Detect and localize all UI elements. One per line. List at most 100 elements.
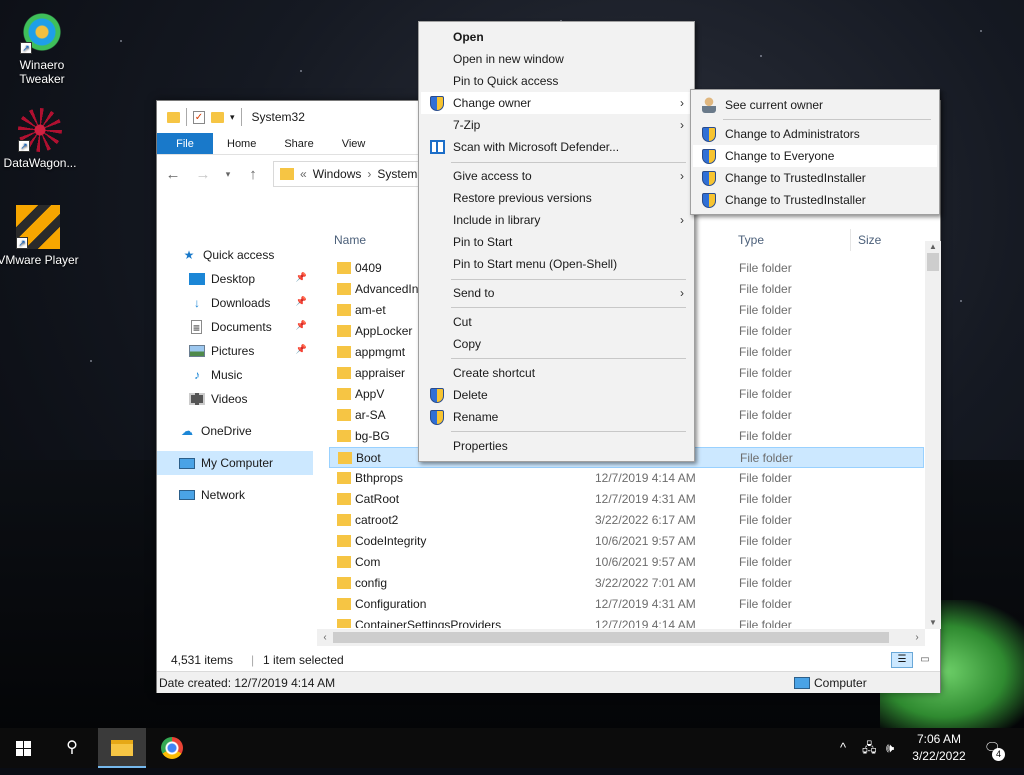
menu-item-pin-to-quick-access[interactable]: Pin to Quick access (421, 70, 692, 92)
sidebar-item-desktop[interactable]: Desktop 📌 (189, 267, 313, 291)
breadcrumb-windows[interactable]: Windows (313, 167, 362, 181)
taskbar-chrome[interactable] (148, 728, 196, 768)
desktop-icon-winaero-tweaker[interactable]: ↗ Winaero Tweaker (0, 10, 84, 86)
menu-item-restore-previous-versions[interactable]: Restore previous versions (421, 187, 692, 209)
volume-icon[interactable]: 🕪 (886, 728, 894, 768)
table-row[interactable]: Configuration 12/7/2019 4:31 AM File folde… (329, 594, 924, 615)
properties-check-icon[interactable]: ✓ (193, 110, 205, 124)
up-arrow-icon[interactable]: ↑ (243, 166, 263, 183)
scrollbar-thumb[interactable] (927, 253, 939, 271)
column-header-type[interactable]: Type (738, 233, 764, 247)
scroll-left-icon[interactable]: ‹ (317, 629, 333, 646)
new-folder-icon[interactable] (211, 111, 224, 123)
menu-separator (451, 307, 686, 308)
download-arrow-icon: ↓ (194, 296, 200, 310)
sidebar-item-label: Videos (211, 392, 248, 406)
sidebar-item-onedrive[interactable]: ☁ OneDrive (179, 419, 313, 443)
document-icon: ≡ (191, 320, 202, 335)
menu-item-pin-to-start[interactable]: Pin to Start (421, 231, 692, 253)
clock[interactable]: 7:06 AM 3/22/2022 (908, 731, 970, 765)
notification-count-badge: 4 (992, 748, 1005, 761)
sidebar-item-documents[interactable]: ≡ Documents 📌 (189, 315, 313, 339)
column-divider[interactable] (850, 229, 851, 251)
sidebar-item-music[interactable]: ♪ Music (189, 363, 313, 387)
show-hidden-icons-chevron-icon[interactable]: ^ (840, 728, 846, 768)
sidebar-item-my-computer[interactable]: My Computer (157, 451, 313, 475)
action-center-button[interactable]: 🗨 4 (984, 728, 1008, 768)
menu-item-pin-to-start-menu-open-shell[interactable]: Pin to Start menu (Open-Shell) (421, 253, 692, 275)
submenu-item-change-to-trustedinstaller-2[interactable]: Change to TrustedInstaller (693, 189, 937, 211)
submenu-item-change-to-trustedinstaller[interactable]: Change to TrustedInstaller (693, 167, 937, 189)
submenu-item-change-to-everyone[interactable]: Change to Everyone (693, 145, 937, 167)
pin-icon[interactable]: 📌 (296, 344, 307, 355)
folder-icon (337, 304, 351, 316)
menu-item-cut[interactable]: Cut (421, 311, 692, 333)
desktop-icon-vmware-player[interactable]: ↗ VMware Player (0, 205, 80, 267)
menu-item-scan-with-defender[interactable]: Scan with Microsoft Defender... (421, 136, 692, 158)
menu-item-give-access-to[interactable]: Give access to › (421, 165, 692, 187)
table-row[interactable]: catroot2 3/22/2022 6:17 AM File folder (329, 510, 924, 531)
pin-icon[interactable]: 📌 (296, 320, 307, 331)
menu-item-send-to[interactable]: Send to › (421, 282, 692, 304)
large-icons-view-icon[interactable]: ▭ (916, 652, 934, 668)
menu-item-7-zip[interactable]: 7-Zip › (421, 114, 692, 136)
menu-item-open[interactable]: Open (421, 26, 692, 48)
taskbar-file-explorer[interactable] (98, 728, 146, 768)
folder-icon (337, 430, 351, 442)
navigation-pane: ★ Quick access Desktop 📌 ↓ Downloads 📌 ≡… (157, 241, 327, 641)
tab-share[interactable]: Share (270, 133, 327, 154)
desktop-icon-datawagon[interactable]: ↗ DataWagon... (0, 108, 82, 170)
table-row[interactable]: ContainerSettingsProviders 12/7/2019 4:14… (329, 615, 924, 628)
sidebar-item-label: Downloads (211, 296, 271, 310)
search-button[interactable]: ⚲ (48, 728, 96, 768)
scroll-up-icon[interactable]: ▲ (925, 241, 941, 253)
menu-item-copy[interactable]: Copy (421, 333, 692, 355)
menu-item-properties[interactable]: Properties (421, 435, 692, 457)
address-overflow[interactable]: « (300, 167, 307, 181)
star-icon: ★ (183, 248, 195, 262)
column-header-size[interactable]: Size (858, 233, 881, 247)
table-row[interactable]: Com 10/6/2021 9:57 AM File folder (329, 552, 924, 573)
table-row[interactable]: CodeIntegrity 10/6/2021 9:57 AM File folde… (329, 531, 924, 552)
tab-file[interactable]: File (157, 133, 213, 154)
column-header-name[interactable]: Name (334, 233, 366, 247)
menu-item-include-in-library[interactable]: Include in library › (421, 209, 692, 231)
table-row[interactable]: Bthprops 12/7/2019 4:14 AM File folder (329, 468, 924, 489)
submenu-item-change-to-administrators[interactable]: Change to Administrators (693, 123, 937, 145)
back-arrow-icon[interactable]: ← (163, 166, 183, 183)
submenu-item-see-current-owner[interactable]: See current owner (693, 94, 937, 116)
sidebar-item-downloads[interactable]: ↓ Downloads 📌 (189, 291, 313, 315)
forward-arrow-icon[interactable]: → (193, 166, 213, 183)
menu-item-create-shortcut[interactable]: Create shortcut (421, 362, 692, 384)
pin-icon[interactable]: 📌 (296, 296, 307, 307)
details-view-icon[interactable]: ☰ (891, 652, 913, 668)
pin-icon[interactable]: 📌 (296, 272, 307, 283)
sidebar-item-network[interactable]: Network (179, 483, 313, 507)
folder-icon (337, 283, 351, 295)
tab-home[interactable]: Home (213, 133, 270, 154)
table-row[interactable]: CatRoot 12/7/2019 4:31 AM File folder (329, 489, 924, 510)
vertical-scrollbar[interactable]: ▲ ▼ (925, 241, 941, 629)
scrollbar-thumb[interactable] (333, 632, 889, 643)
submenu-arrow-icon: › (680, 169, 684, 183)
tab-view[interactable]: View (328, 133, 380, 154)
recent-locations-chevron-icon[interactable]: ▾ (223, 169, 233, 180)
sidebar-item-pictures[interactable]: Pictures 📌 (189, 339, 313, 363)
chrome-icon (161, 737, 183, 759)
scroll-down-icon[interactable]: ▼ (925, 617, 941, 629)
menu-item-open-in-new-window[interactable]: Open in new window (421, 48, 692, 70)
sidebar-item-quick-access[interactable]: ★ Quick access (181, 243, 337, 267)
breadcrumb-chevron-icon[interactable]: › (367, 167, 371, 181)
sidebar-item-videos[interactable]: Videos (189, 387, 313, 411)
start-button[interactable] (0, 728, 48, 768)
details-bar: Date created: 12/7/2019 4:14 AM Computer (157, 671, 940, 693)
table-row[interactable]: config 3/22/2022 7:01 AM File folder (329, 573, 924, 594)
folder-icon (337, 493, 351, 505)
scroll-right-icon[interactable]: › (909, 629, 925, 646)
menu-item-change-owner[interactable]: Change owner › (421, 92, 692, 114)
menu-item-rename[interactable]: Rename (421, 406, 692, 428)
quick-access-toolbar-dropdown-icon[interactable]: ▾ (230, 112, 235, 123)
network-tray-icon[interactable]: 🖧 (862, 728, 877, 768)
menu-item-delete[interactable]: Delete (421, 384, 692, 406)
horizontal-scrollbar[interactable]: ‹ › (317, 629, 925, 646)
